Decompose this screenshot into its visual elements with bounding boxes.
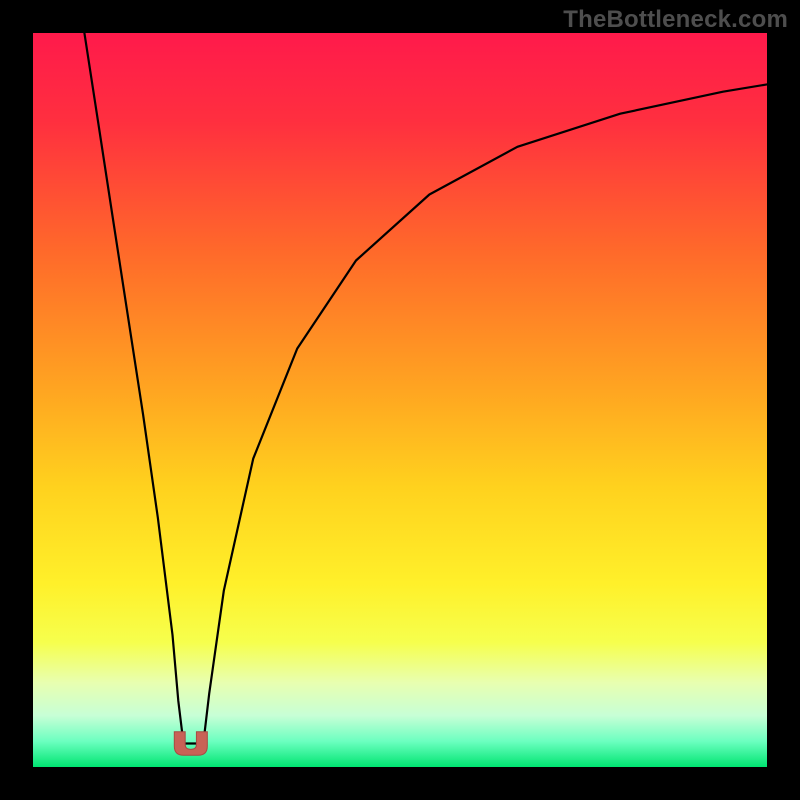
chart-frame: TheBottleneck.com (0, 0, 800, 800)
chart-svg (33, 33, 767, 767)
watermark-text: TheBottleneck.com (563, 6, 788, 34)
plot-area (33, 33, 767, 767)
